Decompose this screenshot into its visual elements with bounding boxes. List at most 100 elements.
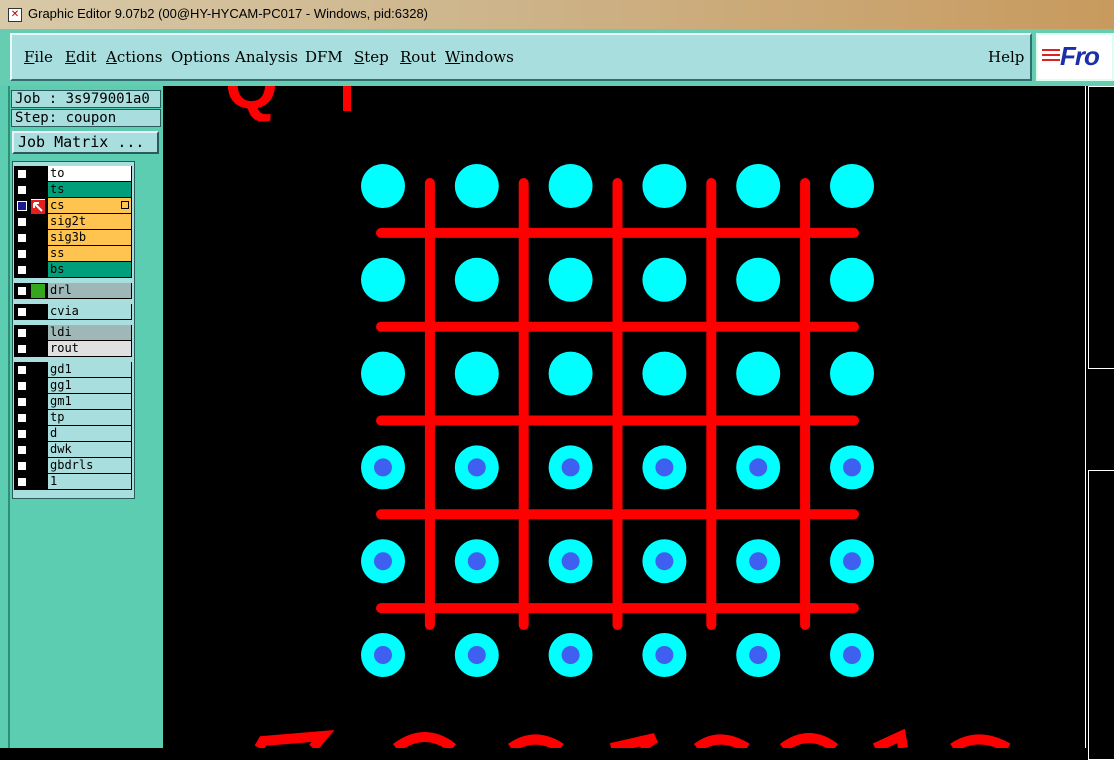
menu-file[interactable]: File (24, 48, 53, 66)
layer-row-drl[interactable]: drl (14, 283, 132, 299)
pad (736, 351, 781, 396)
layer-row-gd1[interactable]: gd1 (14, 362, 132, 378)
menu-edit[interactable]: Edit (65, 48, 96, 66)
layer-checkbox[interactable] (17, 365, 27, 375)
layer-color-swatch[interactable] (31, 167, 45, 181)
layer-row-ss[interactable]: ss (14, 246, 132, 262)
layer-color-swatch[interactable] (31, 427, 45, 441)
layer-color-swatch[interactable] (31, 326, 45, 340)
menu-windows[interactable]: Windows (445, 48, 514, 66)
layer-checkbox[interactable] (17, 429, 27, 439)
cursor-arrow-icon (31, 200, 45, 214)
layer-name[interactable]: cvia (48, 304, 131, 319)
layer-checkbox[interactable] (17, 169, 27, 179)
menu-step[interactable]: Step (354, 48, 389, 66)
menu-rout[interactable]: Rout (400, 48, 436, 66)
layer-color-swatch[interactable] (31, 395, 45, 409)
layer-row-bs[interactable]: bs (14, 262, 132, 278)
logo-stripes-icon (1042, 49, 1060, 67)
layer-checkbox[interactable] (17, 201, 27, 211)
pad (361, 257, 405, 302)
menu-dfm[interactable]: DFM (305, 48, 343, 66)
layer-name[interactable]: gg1 (48, 378, 131, 393)
layer-checkbox[interactable] (17, 461, 27, 471)
board-view[interactable]: Q (163, 86, 1085, 748)
layer-name[interactable]: sig2t (48, 214, 131, 229)
layer-name[interactable]: drl (48, 283, 131, 298)
layer-row-rout[interactable]: rout (14, 341, 132, 357)
layer-row-ts[interactable]: ts (14, 182, 132, 198)
layer-checkbox[interactable] (17, 397, 27, 407)
layer-name[interactable]: bs (48, 262, 131, 277)
layer-color-swatch[interactable] (31, 215, 45, 229)
layer-checkbox[interactable] (17, 249, 27, 259)
layer-row-gbdrls[interactable]: gbdrls (14, 458, 132, 474)
menu-actions[interactable]: Actions (106, 48, 162, 66)
layer-name[interactable]: 1 (48, 474, 131, 489)
layer-name[interactable]: to (48, 166, 131, 181)
pad (548, 257, 593, 302)
layer-row-cvia[interactable]: cvia (14, 304, 132, 320)
menu-analysis[interactable]: Analysis (235, 48, 298, 66)
layer-name[interactable]: d (48, 426, 131, 441)
layer-color-swatch[interactable] (31, 342, 45, 356)
layer-color-swatch[interactable] (31, 305, 45, 319)
layer-checkbox[interactable] (17, 445, 27, 455)
layer-color-swatch[interactable] (31, 199, 45, 214)
layer-color-swatch[interactable] (31, 247, 45, 261)
layer-color-swatch[interactable] (31, 443, 45, 457)
layer-row-d[interactable]: d (14, 426, 132, 442)
layer-row-to[interactable]: to (14, 166, 132, 182)
layer-row-cs[interactable]: cs (14, 198, 132, 214)
layer-row-dwk[interactable]: dwk (14, 442, 132, 458)
layer-row-gg1[interactable]: gg1 (14, 378, 132, 394)
layer-name[interactable]: ldi (48, 325, 131, 340)
layer-checkbox[interactable] (17, 217, 27, 227)
layer-color-swatch[interactable] (31, 263, 45, 277)
layer-name[interactable]: gd1 (48, 362, 131, 377)
layer-checkbox[interactable] (17, 286, 27, 296)
layer-name[interactable]: cs (48, 198, 131, 213)
layer-color-swatch[interactable] (31, 379, 45, 393)
pad (548, 164, 593, 208)
layer-row-1[interactable]: 1 (14, 474, 132, 490)
layer-name[interactable]: ss (48, 246, 131, 261)
layer-name[interactable]: dwk (48, 442, 131, 457)
layer-color-swatch[interactable] (31, 231, 45, 245)
board-label-top-1: Q (225, 86, 278, 123)
layer-color-swatch[interactable] (31, 459, 45, 473)
graphic-canvas[interactable]: Q (163, 86, 1085, 748)
layer-name[interactable]: gbdrls (48, 458, 131, 473)
layer-checkbox[interactable] (17, 477, 27, 487)
drill-hole (655, 458, 674, 477)
layer-checkbox[interactable] (17, 233, 27, 243)
menu-options[interactable]: Options (171, 48, 230, 66)
job-matrix-button[interactable]: Job Matrix ... (12, 131, 159, 154)
layer-row-gm1[interactable]: gm1 (14, 394, 132, 410)
layer-name[interactable]: ts (48, 182, 131, 197)
layer-checkbox[interactable] (17, 413, 27, 423)
layer-color-swatch[interactable] (31, 475, 45, 489)
layer-color-swatch[interactable] (31, 183, 45, 197)
layer-name[interactable]: rout (48, 341, 131, 356)
layer-row-sig3b[interactable]: sig3b (14, 230, 132, 246)
layer-row-tp[interactable]: tp (14, 410, 132, 426)
layer-color-swatch[interactable] (31, 363, 45, 377)
drill-hole (843, 458, 861, 477)
layer-name[interactable]: sig3b (48, 230, 131, 245)
layer-name[interactable]: gm1 (48, 394, 131, 409)
layer-row-sig2t[interactable]: sig2t (14, 214, 132, 230)
layer-name[interactable]: tp (48, 410, 131, 425)
layer-checkbox[interactable] (17, 185, 27, 195)
layer-color-swatch[interactable] (31, 411, 45, 425)
layer-checkbox[interactable] (17, 307, 27, 317)
layer-checkbox[interactable] (17, 265, 27, 275)
layer-checkbox[interactable] (17, 328, 27, 338)
drill-hole (374, 646, 392, 664)
menu-help[interactable]: Help (988, 48, 1024, 66)
layer-checkbox[interactable] (17, 381, 27, 391)
step-name: Step: coupon (11, 109, 161, 127)
layer-color-swatch[interactable] (31, 284, 45, 298)
layer-row-ldi[interactable]: ldi (14, 325, 132, 341)
layer-checkbox[interactable] (17, 344, 27, 354)
